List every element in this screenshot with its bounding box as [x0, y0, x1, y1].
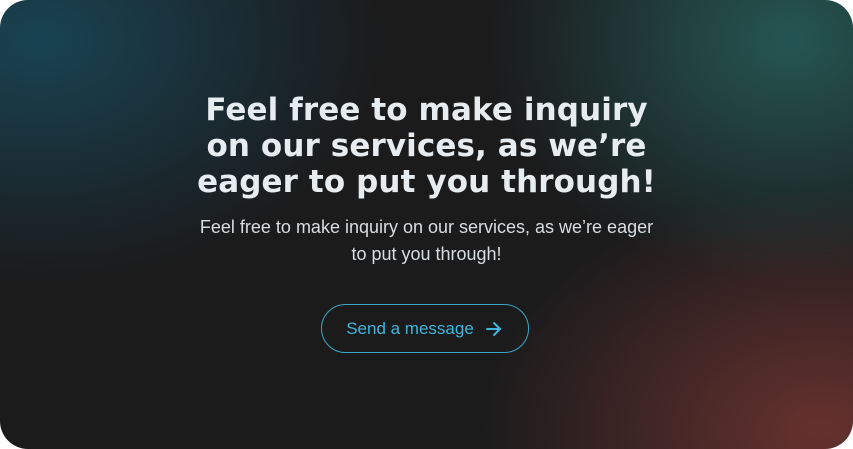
hero-content: Feel free to make inquiry on our service…	[0, 92, 853, 268]
hero-subtext: Feel free to make inquiry on our service…	[199, 217, 654, 264]
arrow-right-icon	[484, 319, 504, 339]
hero-headline: Feel free to make inquiry on our service…	[197, 92, 656, 200]
contact-cta-card: Feel free to make inquiry on our service…	[0, 0, 853, 449]
send-message-label: Send a message	[346, 318, 474, 338]
send-message-button[interactable]: Send a message	[321, 304, 529, 353]
